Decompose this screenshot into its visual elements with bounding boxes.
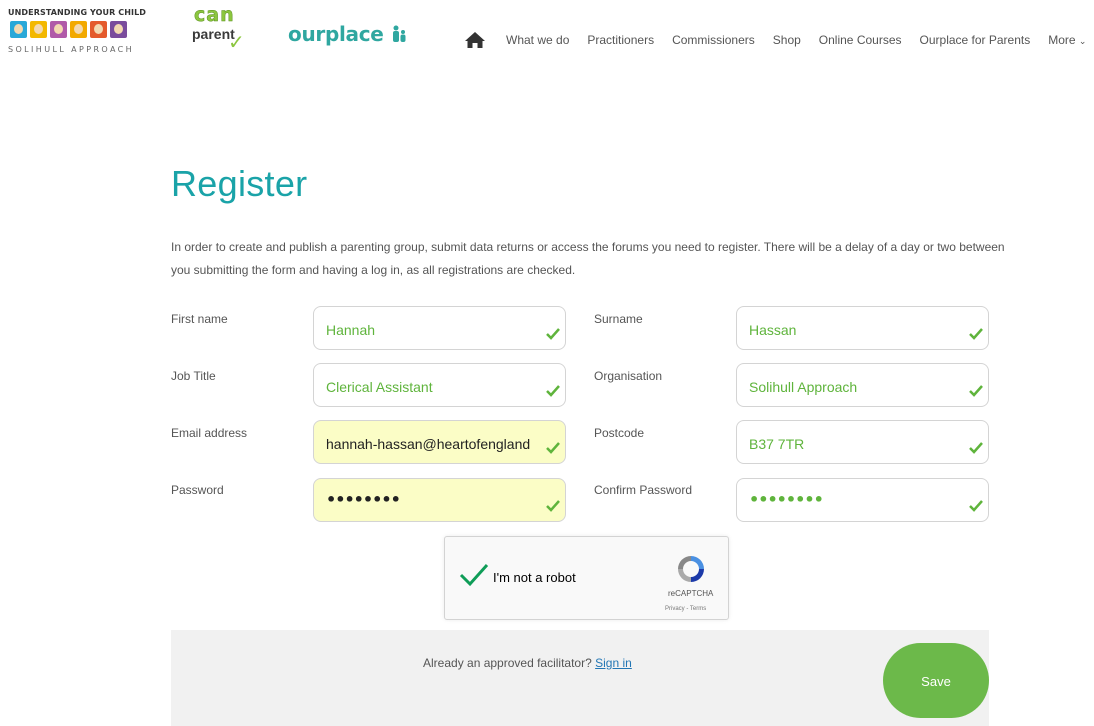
sign-in-prompt: Already an approved facilitator? Sign in [423, 656, 632, 670]
email-field[interactable]: hannah-hassan@heartofengland [313, 420, 566, 464]
recaptcha-widget: I'm not a robot reCAPTCHA Privacy - Term… [444, 536, 729, 620]
recaptcha-icon [678, 556, 704, 582]
nav-ourplace-for-parents[interactable]: Ourplace for Parents [920, 33, 1031, 47]
organisation-field[interactable]: Solihull Approach [736, 363, 989, 407]
confirm-password-label: Confirm Password [594, 483, 693, 497]
valid-check-icon [546, 328, 560, 340]
organisation-label: Organisation [594, 369, 663, 383]
family-icon [393, 25, 406, 42]
sign-in-link[interactable]: Sign in [595, 656, 632, 670]
surname-label: Surname [594, 312, 643, 326]
nav-practitioners[interactable]: Practitioners [587, 33, 654, 47]
nav-what-we-do[interactable]: What we do [506, 33, 569, 47]
password-label: Password [171, 483, 224, 497]
surname-value: Hassan [749, 322, 797, 338]
recaptcha-brand: reCAPTCHA [668, 589, 714, 598]
valid-check-icon [546, 442, 560, 454]
nav-online-courses[interactable]: Online Courses [819, 33, 902, 47]
surname-field[interactable]: Hassan [736, 306, 989, 350]
first-name-value: Hannah [326, 322, 376, 338]
valid-check-icon [969, 500, 983, 512]
recaptcha-checkbox[interactable] [459, 562, 489, 588]
postcode-value: B37 7TR [749, 436, 805, 452]
chevron-down-icon: ⌄ [1078, 36, 1087, 46]
password-field[interactable]: •••••••• [313, 478, 566, 522]
form-footer: Already an approved facilitator? Sign in [171, 630, 989, 726]
first-name-field[interactable]: Hannah [313, 306, 566, 350]
logo-title: UNDERSTANDING YOUR CHILD [8, 8, 147, 17]
email-value: hannah-hassan@heartofengland [326, 436, 531, 452]
logo-faces [10, 21, 127, 38]
confirm-password-field[interactable]: •••••••• [736, 478, 989, 522]
organisation-value: Solihull Approach [749, 379, 858, 395]
job-title-label: Job Title [171, 369, 216, 383]
save-button[interactable]: Save [883, 643, 989, 718]
valid-check-icon [969, 328, 983, 340]
recaptcha-label: I'm not a robot [493, 570, 576, 585]
nav-more[interactable]: More ⌄ [1048, 33, 1086, 47]
valid-check-icon [969, 442, 983, 454]
logo-subtitle: SOLIHULL APPROACH [8, 45, 135, 54]
first-name-label: First name [171, 312, 228, 326]
postcode-label: Postcode [594, 426, 645, 440]
sign-in-question: Already an approved facilitator? [423, 656, 592, 670]
logo-tick-icon: ✓ [228, 30, 245, 54]
intro-text: In order to create and publish a parenti… [171, 240, 1005, 277]
job-title-value: Clerical Assistant [326, 379, 433, 395]
valid-check-icon [969, 385, 983, 397]
home-icon[interactable] [464, 31, 486, 49]
email-label: Email address [171, 426, 248, 440]
logo-can: can [194, 4, 235, 27]
nav-commissioners[interactable]: Commissioners [672, 33, 755, 47]
password-value: •••••••• [326, 490, 401, 509]
understanding-your-child-logo[interactable]: UNDERSTANDING YOUR CHILD SOLIHULL APPROA… [8, 8, 158, 60]
recaptcha-terms-link[interactable]: Privacy - Terms [665, 606, 706, 612]
logo-ourplace-text: ourplace [288, 22, 384, 46]
valid-check-icon [546, 385, 560, 397]
valid-check-icon [546, 500, 560, 512]
nav-shop[interactable]: Shop [773, 33, 801, 47]
page-title: Register [171, 163, 308, 204]
can-parent-logo[interactable]: can parent ✓ [188, 4, 252, 60]
main-nav: What we do Practitioners Commissioners S… [464, 30, 1086, 50]
job-title-field[interactable]: Clerical Assistant [313, 363, 566, 407]
nav-more-label: More [1048, 33, 1076, 47]
confirm-password-value: •••••••• [749, 490, 824, 509]
postcode-field[interactable]: B37 7TR [736, 420, 989, 464]
ourplace-logo[interactable]: ourplace [288, 22, 408, 46]
